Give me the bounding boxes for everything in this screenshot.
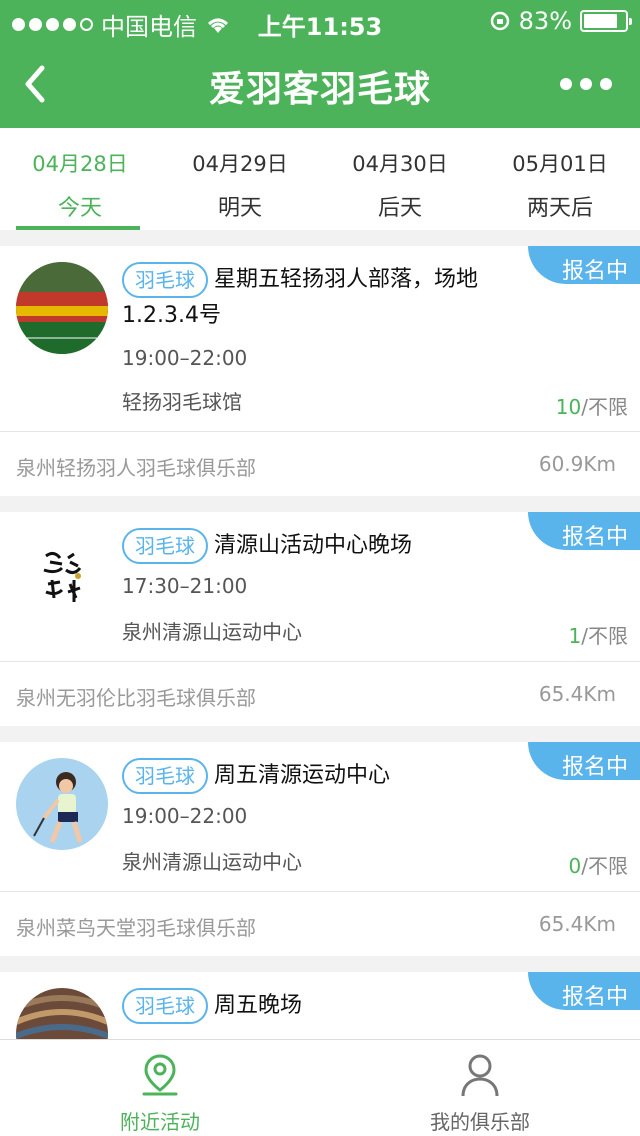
bottom-tab-bar: 附近活动 我的俱乐部: [0, 1039, 640, 1136]
card-footer: 泉州轻扬羽人羽毛球俱乐部 60.9Km: [0, 432, 640, 496]
tab-date-1[interactable]: 04月29日 明天: [160, 128, 320, 230]
tab-date-0[interactable]: 04月28日 今天: [0, 128, 160, 230]
joined-count: 0: [568, 854, 582, 878]
activity-card[interactable]: 报名中 羽毛球 周五清源运动中心 19:00–22:00 泉州清源山运动中心 0/…: [0, 742, 640, 956]
participant-count: 0/不限: [569, 850, 628, 879]
tab-date-3[interactable]: 05月01日 两天后: [480, 128, 640, 230]
activity-card[interactable]: 报名中 羽毛球 清源山活动中心晚场 17:30–21:00 泉州清源山运动中心 1…: [0, 512, 640, 726]
club-avatar: [16, 528, 108, 620]
sport-tag: 羽毛球: [122, 528, 208, 564]
rotation-lock-icon: [490, 11, 509, 31]
club-name: 泉州菜鸟天堂羽毛球俱乐部: [16, 916, 256, 940]
club-avatar: [16, 758, 108, 850]
joined-count: 10: [555, 395, 582, 419]
participant-count: 1/不限: [569, 620, 628, 649]
activity-title: 清源山活动中心晚场: [214, 533, 413, 558]
status-badge: 报名中: [528, 742, 640, 780]
status-badge: 报名中: [528, 246, 640, 284]
person-icon: [461, 1054, 499, 1097]
limit-label: /不限: [581, 624, 628, 648]
club-avatar: [16, 988, 108, 1039]
navigation-bar: 爱羽客羽毛球: [0, 40, 640, 128]
location-pin-icon: [142, 1054, 178, 1096]
tab-day-label: 今天: [57, 196, 102, 221]
tab-label: 我的俱乐部: [430, 1110, 530, 1134]
activity-title: 周五清源运动中心: [214, 763, 391, 788]
tab-day-label: 明天: [217, 196, 262, 221]
activity-card[interactable]: 报名中 羽毛球 周五晚场: [0, 972, 640, 1039]
tab-my-club[interactable]: 我的俱乐部: [320, 1040, 640, 1136]
distance: 65.4Km: [538, 682, 616, 706]
activity-title-row: 羽毛球 周五清源运动中心: [122, 758, 522, 794]
sport-tag: 羽毛球: [122, 988, 208, 1024]
activity-venue: 泉州清源山运动中心: [122, 620, 302, 644]
status-badge: 报名中: [528, 512, 640, 550]
tab-date: 04月29日: [192, 152, 288, 176]
more-options-icon[interactable]: [560, 78, 612, 90]
battery-icon: [580, 10, 632, 32]
tab-date: 05月01日: [512, 152, 608, 176]
club-name: 泉州无羽伦比羽毛球俱乐部: [16, 686, 256, 710]
sport-tag: 羽毛球: [122, 262, 208, 298]
activity-title-row: 羽毛球 星期五轻扬羽人部落，场地1.2.3.4号: [122, 262, 522, 334]
tab-day-label: 后天: [377, 196, 422, 221]
activity-time: 19:00–22:00: [122, 346, 248, 370]
tab-date: 04月28日: [32, 152, 128, 176]
sport-tag: 羽毛球: [122, 758, 208, 794]
activity-venue: 泉州清源山运动中心: [122, 850, 302, 874]
activity-title-row: 羽毛球 清源山活动中心晚场: [122, 528, 522, 564]
tab-date: 04月30日: [352, 152, 448, 176]
status-bar: 中国电信 上午11:53 83%: [0, 0, 640, 41]
tab-date-2[interactable]: 04月30日 后天: [320, 128, 480, 230]
limit-label: /不限: [581, 395, 628, 419]
status-badge: 报名中: [528, 972, 640, 1010]
activity-title-row: 羽毛球 周五晚场: [122, 988, 522, 1024]
club-avatar: [16, 262, 108, 354]
card-footer: 泉州无羽伦比羽毛球俱乐部 65.4Km: [0, 662, 640, 726]
activity-title: 周五晚场: [214, 993, 303, 1018]
page-title: 爱羽客羽毛球: [208, 69, 431, 110]
activity-time: 17:30–21:00: [122, 574, 248, 598]
activity-time: 19:00–22:00: [122, 804, 248, 828]
distance: 60.9Km: [538, 452, 616, 476]
activity-card[interactable]: 报名中 羽毛球 星期五轻扬羽人部落，场地1.2.3.4号 19:00–22:00 …: [0, 246, 640, 496]
card-footer: 泉州菜鸟天堂羽毛球俱乐部 65.4Km: [0, 892, 640, 956]
club-name: 泉州轻扬羽人羽毛球俱乐部: [16, 456, 256, 480]
date-tabs: 04月28日 今天 04月29日 明天 04月30日 后天 05月01日 两天后: [0, 128, 640, 230]
tab-label: 附近活动: [120, 1110, 200, 1134]
tab-day-label: 两天后: [526, 196, 593, 221]
activity-venue: 轻扬羽毛球馆: [122, 390, 242, 414]
distance: 65.4Km: [538, 912, 616, 936]
limit-label: /不限: [581, 854, 628, 878]
joined-count: 1: [568, 624, 582, 648]
top-bar: 中国电信 上午11:53 83% 爱羽客羽毛球: [0, 0, 640, 128]
battery-percent: 83%: [518, 7, 572, 35]
tab-nearby-activities[interactable]: 附近活动: [0, 1040, 320, 1136]
participant-count: 10/不限: [556, 391, 628, 420]
